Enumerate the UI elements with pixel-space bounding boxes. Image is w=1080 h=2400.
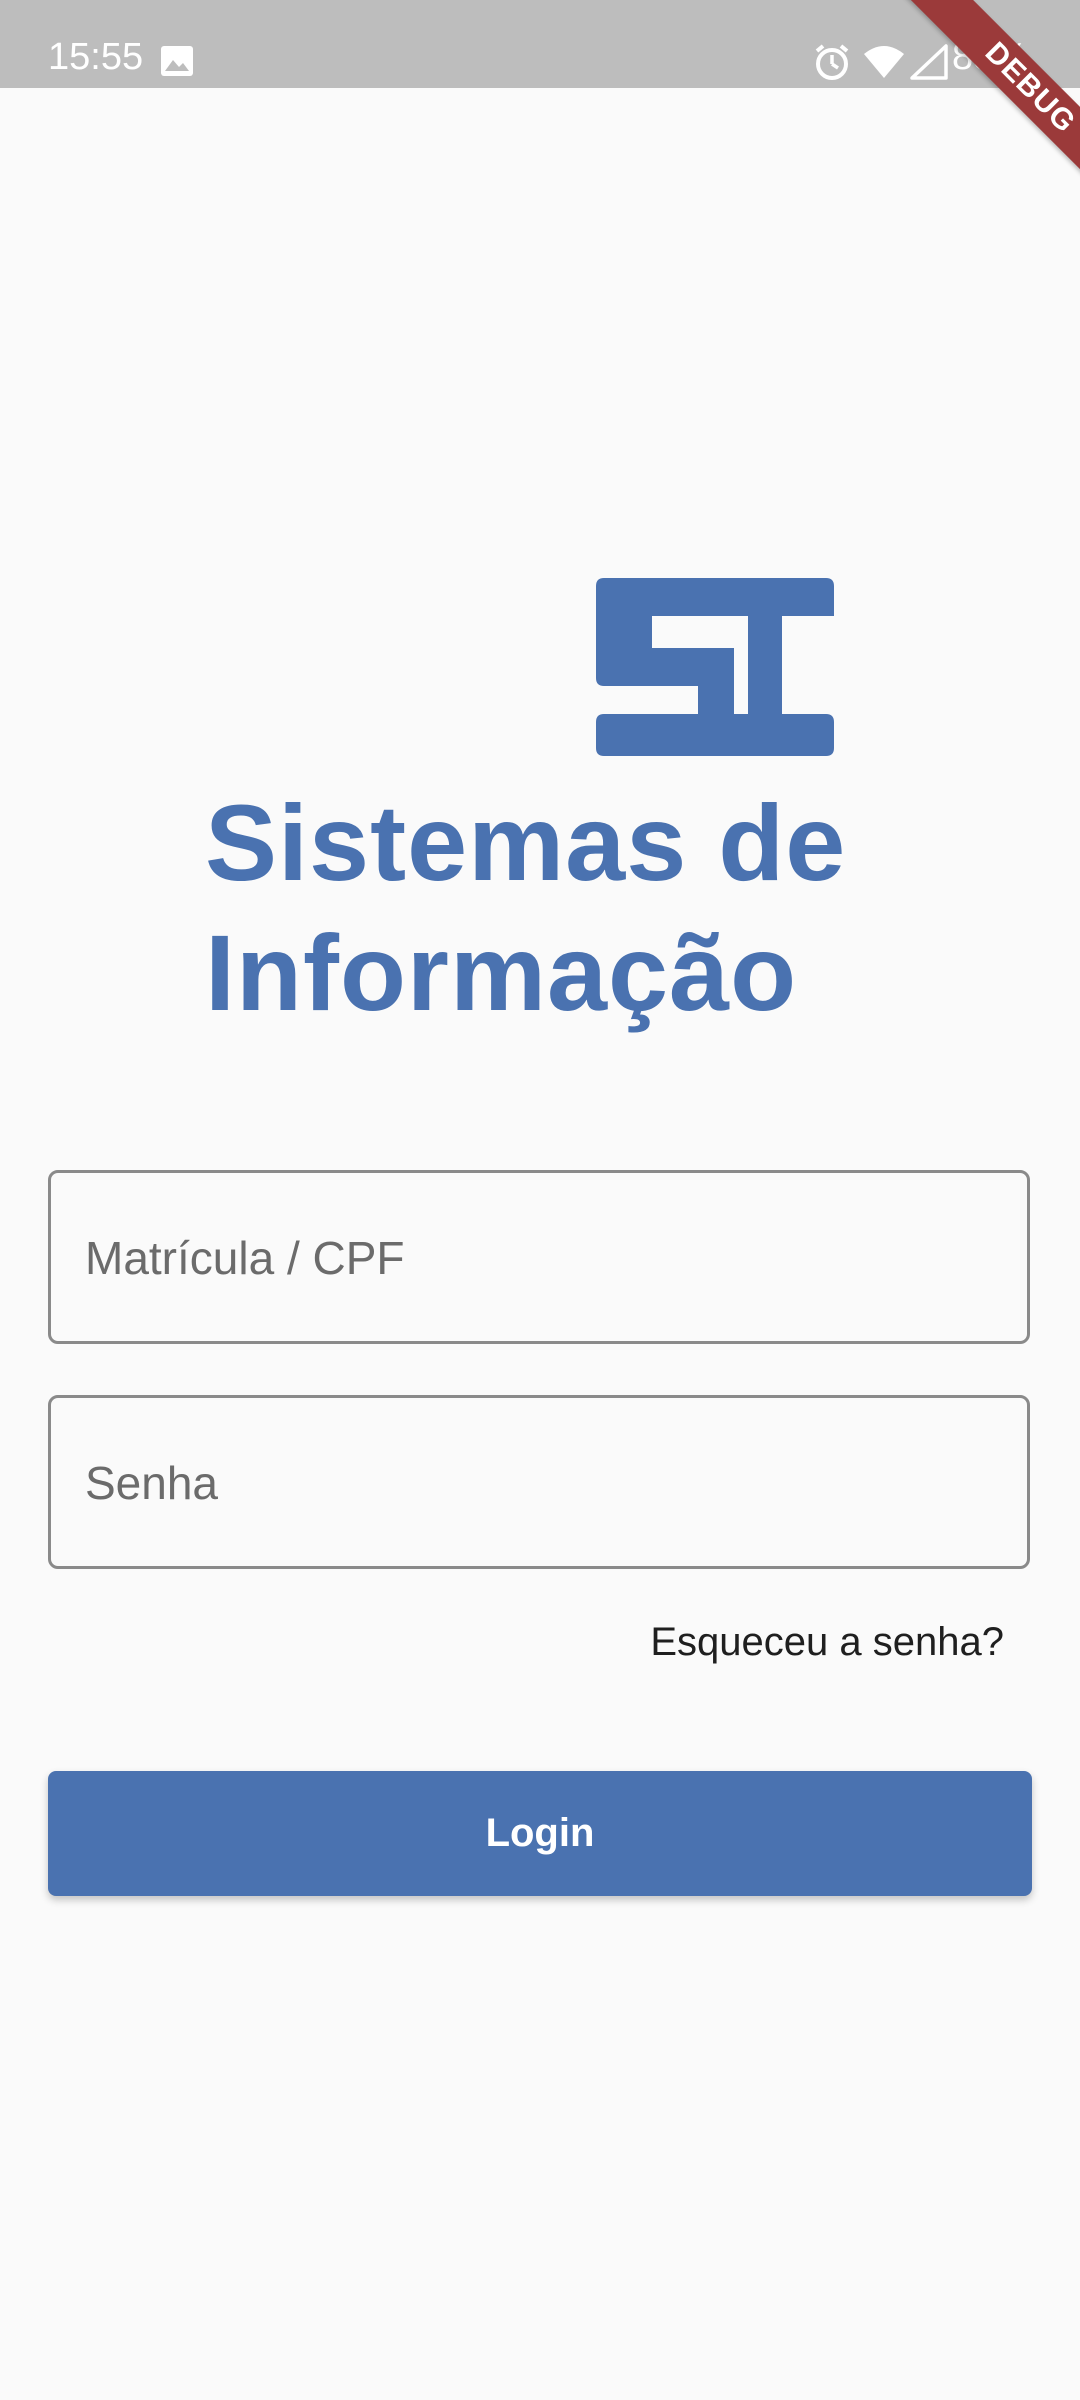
- logo-text: Sistemas de Informação: [205, 778, 845, 1038]
- login-screen: 15:55 88% DEBUG Sistemas de I: [0, 0, 1080, 2400]
- password-field[interactable]: Senha: [48, 1395, 1030, 1569]
- status-bar: 15:55 88%: [0, 0, 1080, 88]
- alarm-icon: [815, 44, 849, 80]
- signal-icon: [910, 44, 948, 80]
- image-icon: [161, 46, 193, 76]
- registration-placeholder: Matrícula / CPF: [85, 1232, 405, 1284]
- logo-mark-icon: [596, 578, 834, 756]
- registration-field[interactable]: Matrícula / CPF: [48, 1170, 1030, 1344]
- logo-line-1: Sistemas de: [205, 782, 847, 903]
- status-time: 15:55: [48, 36, 144, 78]
- wifi-icon: [864, 46, 904, 78]
- forgot-password-link[interactable]: Esqueceu a senha?: [650, 1618, 1004, 1666]
- login-button[interactable]: Login: [48, 1771, 1032, 1896]
- logo-line-2: Informação: [205, 912, 798, 1033]
- password-placeholder: Senha: [85, 1457, 219, 1509]
